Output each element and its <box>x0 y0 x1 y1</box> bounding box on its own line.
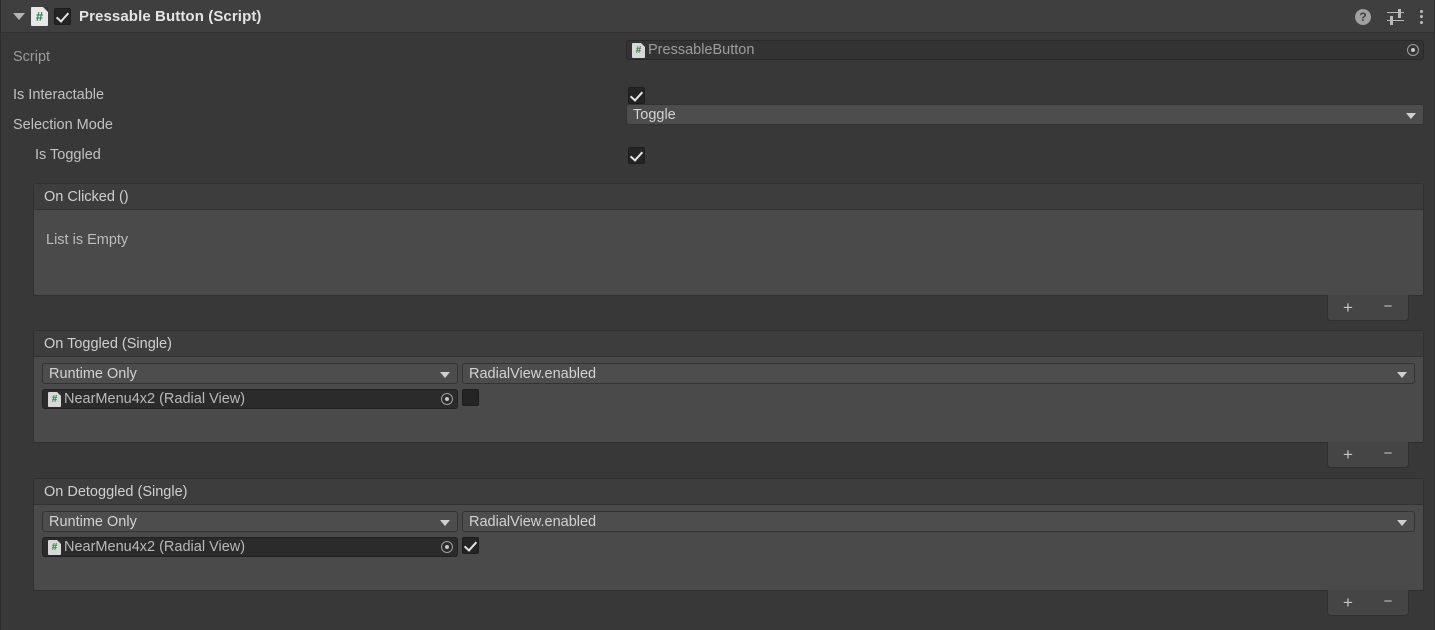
remove-item-button[interactable]: − <box>1374 299 1402 314</box>
is-interactable-label: Is Interactable <box>13 87 105 103</box>
csharp-script-icon: # <box>31 6 48 26</box>
object-picker-icon[interactable] <box>1405 42 1421 58</box>
empty-list-text: List is Empty <box>46 232 129 248</box>
object-picker-icon[interactable] <box>439 539 455 555</box>
add-item-button[interactable]: + <box>1334 299 1362 316</box>
preset-sliders-icon[interactable] <box>1387 8 1404 25</box>
argument-checkbox[interactable] <box>462 389 479 406</box>
chevron-down-icon <box>1397 519 1407 526</box>
chevron-down-icon <box>440 519 450 526</box>
function-dropdown[interactable]: RadialView.enabled <box>462 511 1415 532</box>
foldout-triangle-down-icon[interactable] <box>11 8 27 24</box>
target-object-value: NearMenu4x2 (Radial View) <box>64 539 246 555</box>
event-body: Runtime Only # NearMenu4x2 (Radial View)… <box>34 357 1423 442</box>
help-icon[interactable]: ? <box>1355 8 1371 25</box>
csharp-script-icon-small: # <box>632 42 645 58</box>
csharp-script-icon-small: # <box>48 539 61 555</box>
is-interactable-checkbox[interactable] <box>628 86 645 104</box>
selection-mode-dropdown[interactable]: Toggle <box>626 104 1424 125</box>
target-object-field[interactable]: # NearMenu4x2 (Radial View) <box>42 389 458 409</box>
function-value: RadialView.enabled <box>469 513 597 530</box>
event-body: Runtime Only # NearMenu4x2 (Radial View)… <box>34 505 1423 590</box>
chevron-down-icon <box>440 371 450 378</box>
selection-mode-value: Toggle <box>633 106 676 123</box>
chevron-down-icon <box>1397 371 1407 378</box>
event-title: On Clicked () <box>34 184 1423 210</box>
remove-item-button[interactable]: − <box>1374 446 1402 461</box>
list-controls-on-toggled: + − <box>1327 442 1409 468</box>
is-toggled-row: Is Toggled <box>1 144 1434 166</box>
event-box-on-clicked: On Clicked () List is Empty <box>33 183 1424 296</box>
event-body: List is Empty <box>34 210 1423 295</box>
call-state-value: Runtime Only <box>49 365 137 382</box>
event-box-on-toggled: On Toggled (Single) Runtime Only # NearM… <box>33 330 1424 443</box>
header-icon-group: ? <box>1355 0 1424 33</box>
inspector-panel: # Pressable Button (Script) ? Script # P… <box>0 0 1435 630</box>
kebab-menu-icon[interactable] <box>1420 9 1424 25</box>
call-state-dropdown[interactable]: Runtime Only <box>42 511 458 532</box>
list-controls-on-detoggled: + − <box>1327 590 1409 616</box>
add-item-button[interactable]: + <box>1334 594 1362 611</box>
script-object-field[interactable]: # PressableButton <box>626 40 1424 60</box>
call-state-dropdown[interactable]: Runtime Only <box>42 363 458 384</box>
target-object-value: NearMenu4x2 (Radial View) <box>64 391 246 407</box>
selection-mode-label: Selection Mode <box>13 117 113 133</box>
event-title: On Toggled (Single) <box>34 331 1423 357</box>
event-entry: Runtime Only # NearMenu4x2 (Radial View)… <box>34 357 1423 409</box>
selection-mode-row: Selection Mode Toggle <box>1 104 1434 136</box>
component-enabled-checkbox[interactable] <box>54 7 71 25</box>
add-item-button[interactable]: + <box>1334 446 1362 463</box>
script-label: Script <box>13 48 51 65</box>
component-header[interactable]: # Pressable Button (Script) ? <box>1 0 1434 33</box>
list-controls-on-clicked: + − <box>1327 295 1409 321</box>
script-row: Script # PressableButton <box>1 40 1434 70</box>
csharp-script-icon-small: # <box>48 391 61 407</box>
event-entry: Runtime Only # NearMenu4x2 (Radial View)… <box>34 505 1423 557</box>
object-picker-icon[interactable] <box>439 391 455 407</box>
is-toggled-label: Is Toggled <box>35 147 101 163</box>
event-title: On Detoggled (Single) <box>34 479 1423 505</box>
is-interactable-row: Is Interactable <box>1 84 1434 106</box>
function-value: RadialView.enabled <box>469 365 597 382</box>
argument-checkbox[interactable] <box>462 537 479 554</box>
script-value: PressableButton <box>648 42 755 58</box>
event-box-on-detoggled: On Detoggled (Single) Runtime Only # Nea… <box>33 478 1424 591</box>
target-object-field[interactable]: # NearMenu4x2 (Radial View) <box>42 537 458 557</box>
function-dropdown[interactable]: RadialView.enabled <box>462 363 1415 384</box>
call-state-value: Runtime Only <box>49 513 137 530</box>
remove-item-button[interactable]: − <box>1374 594 1402 609</box>
is-toggled-checkbox[interactable] <box>628 146 645 164</box>
component-title: Pressable Button (Script) <box>79 7 262 25</box>
chevron-down-icon <box>1406 112 1416 119</box>
